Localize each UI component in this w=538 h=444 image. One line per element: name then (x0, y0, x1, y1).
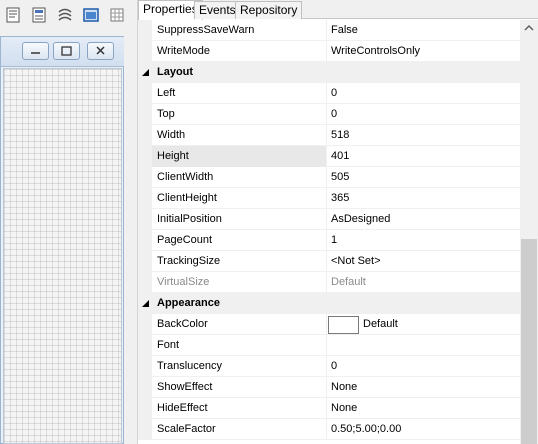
designer-form-window[interactable] (0, 36, 124, 444)
property-row-hideeffect[interactable]: HideEffect None (138, 398, 520, 419)
property-value[interactable]: 401 (327, 146, 520, 167)
close-icon (96, 46, 105, 55)
property-row-virtualsize: VirtualSize Default (138, 272, 520, 293)
category-layout[interactable]: Layout (138, 62, 520, 83)
property-name: SuppressSaveWarn (152, 20, 327, 41)
property-name: ClientHeight (152, 188, 327, 209)
property-row-height[interactable]: Height 401 (138, 146, 520, 167)
grid-icon[interactable] (108, 6, 126, 24)
property-value[interactable]: WriteControlsOnly (327, 41, 520, 62)
property-row-suppresssavewarn[interactable]: SuppressSaveWarn False (138, 20, 520, 41)
property-name: Top (152, 104, 327, 125)
property-value[interactable] (327, 335, 520, 356)
maximize-button[interactable] (53, 42, 80, 60)
property-row-width[interactable]: Width 518 (138, 125, 520, 146)
property-value[interactable]: False (327, 20, 520, 41)
property-row-font[interactable]: Font (138, 335, 520, 356)
property-name: ShowEffect (152, 377, 327, 398)
property-name: Height (152, 146, 327, 167)
property-tabs: Properties Events Repository (138, 0, 538, 20)
property-value[interactable]: 1 (327, 230, 520, 251)
property-name: Translucency (152, 356, 327, 377)
property-row-translucency[interactable]: Translucency 0 (138, 356, 520, 377)
tab-repository[interactable]: Repository (235, 1, 303, 19)
property-grid: SuppressSaveWarn False WriteMode WriteCo… (138, 20, 520, 444)
property-row-left[interactable]: Left 0 (138, 83, 520, 104)
property-name: PageCount (152, 230, 327, 251)
align-icon[interactable] (30, 6, 48, 24)
collapse-triangle-icon[interactable] (141, 68, 150, 77)
property-row-showeffect[interactable]: ShowEffect None (138, 377, 520, 398)
property-row-top[interactable]: Top 0 (138, 104, 520, 125)
tab-order-icon[interactable] (56, 6, 74, 24)
properties-icon[interactable] (4, 6, 22, 24)
designer-toolbar (0, 0, 128, 32)
property-name: Width (152, 125, 327, 146)
property-value[interactable]: 365 (327, 188, 520, 209)
tab-events[interactable]: Events (194, 1, 241, 19)
form-icon[interactable] (82, 6, 100, 24)
form-design-grid[interactable] (3, 68, 122, 444)
property-name: ScaleFactor (152, 419, 327, 440)
property-name: VirtualSize (152, 272, 327, 293)
property-name: ClientWidth (152, 167, 327, 188)
property-value[interactable]: 0 (327, 356, 520, 377)
property-panel: Properties Events Repository SuppressSav… (138, 0, 538, 444)
property-row-writemode[interactable]: WriteMode WriteControlsOnly (138, 41, 520, 62)
property-name: Font (152, 335, 327, 356)
scroll-up-icon[interactable] (520, 20, 538, 37)
tab-properties[interactable]: Properties (138, 0, 203, 20)
property-row-initialposition[interactable]: InitialPosition AsDesigned (138, 209, 520, 230)
property-value[interactable]: <Not Set> (327, 251, 520, 272)
property-value[interactable]: 505 (327, 167, 520, 188)
property-value[interactable]: None (327, 377, 520, 398)
maximize-icon (61, 46, 72, 56)
minimize-icon (31, 52, 40, 54)
property-name: TrackingSize (152, 251, 327, 272)
category-appearance[interactable]: Appearance (138, 293, 520, 314)
property-row-clientheight[interactable]: ClientHeight 365 (138, 188, 520, 209)
collapse-triangle-icon[interactable] (141, 299, 150, 308)
property-value[interactable]: 0 (327, 83, 520, 104)
minimize-button[interactable] (22, 42, 49, 60)
property-row-clientwidth[interactable]: ClientWidth 505 (138, 167, 520, 188)
property-name: InitialPosition (152, 209, 327, 230)
property-name: BackColor (152, 314, 327, 335)
property-value[interactable]: 0.50;5.00;0.00 (327, 419, 520, 440)
property-name: Left (152, 83, 327, 104)
scrollbar-thumb[interactable] (521, 239, 537, 444)
property-value[interactable]: 0 (327, 104, 520, 125)
property-name: HideEffect (152, 398, 327, 419)
property-value: Default (331, 276, 366, 288)
property-row-scalefactor[interactable]: ScaleFactor 0.50;5.00;0.00 (138, 419, 520, 440)
property-value[interactable]: Default (363, 314, 398, 335)
panel-splitter[interactable] (128, 0, 138, 444)
color-swatch[interactable] (328, 316, 359, 334)
form-caption-bar (1, 37, 124, 67)
property-row-backcolor[interactable]: BackColor Default (138, 314, 520, 335)
vertical-scrollbar[interactable] (520, 20, 538, 444)
form-designer-area (0, 0, 128, 444)
property-value[interactable]: 518 (327, 125, 520, 146)
category-label: Layout (157, 66, 194, 78)
property-name: WriteMode (152, 41, 327, 62)
category-label: Appearance (157, 297, 220, 309)
close-button[interactable] (87, 42, 114, 60)
property-value[interactable]: None (327, 398, 520, 419)
property-value[interactable]: AsDesigned (327, 209, 520, 230)
property-row-pagecount[interactable]: PageCount 1 (138, 230, 520, 251)
property-row-trackingsize[interactable]: TrackingSize <Not Set> (138, 251, 520, 272)
